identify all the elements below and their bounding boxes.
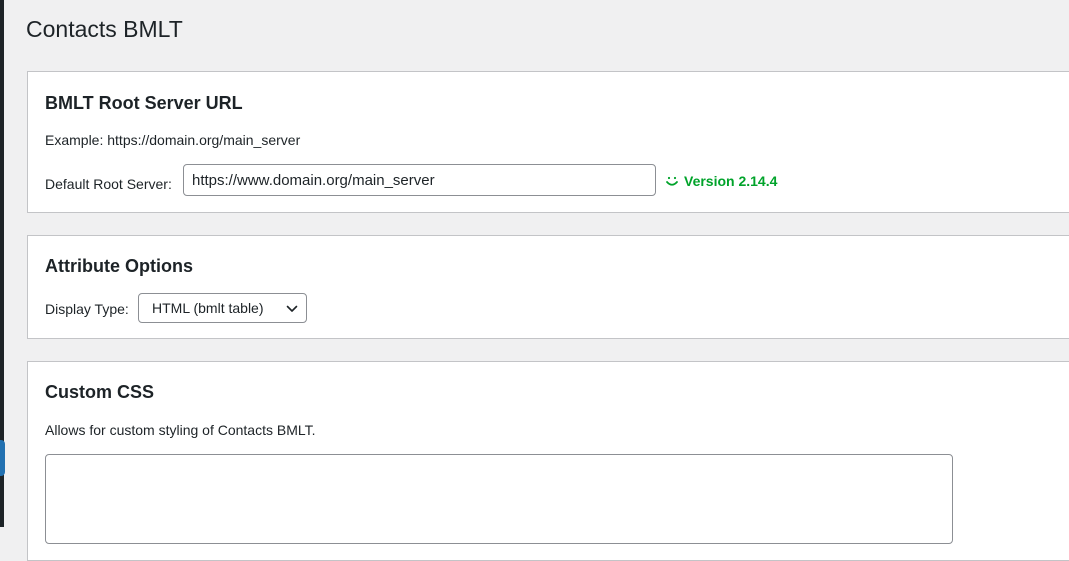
root-server-example: Example: https://domain.org/main_server: [45, 132, 301, 148]
root-server-label: Default Root Server:: [45, 176, 172, 192]
root-server-heading: BMLT Root Server URL: [45, 93, 243, 113]
admin-sidebar-active-indicator: [0, 440, 5, 476]
smiley-icon: [666, 176, 678, 186]
chevron-down-icon: [286, 305, 298, 312]
server-version-text: Version 2.14.4: [684, 173, 778, 189]
custom-css-card: Custom CSS Allows for custom styling of …: [27, 361, 1069, 561]
server-version-status: Version 2.14.4: [665, 172, 777, 190]
custom-css-textarea[interactable]: [45, 454, 953, 544]
root-server-input[interactable]: [183, 164, 656, 196]
display-type-value: HTML (bmlt table): [152, 300, 264, 316]
page-title: Contacts BMLT: [26, 16, 183, 42]
custom-css-description: Allows for custom styling of Contacts BM…: [45, 422, 316, 438]
custom-css-heading: Custom CSS: [45, 382, 155, 402]
attribute-options-heading: Attribute Options: [45, 256, 193, 276]
display-type-label: Display Type:: [45, 301, 129, 317]
attribute-options-card: Attribute Options Display Type: HTML (bm…: [27, 235, 1069, 339]
display-type-select[interactable]: HTML (bmlt table): [138, 293, 307, 323]
root-server-card: BMLT Root Server URL Example: https://do…: [27, 71, 1069, 213]
